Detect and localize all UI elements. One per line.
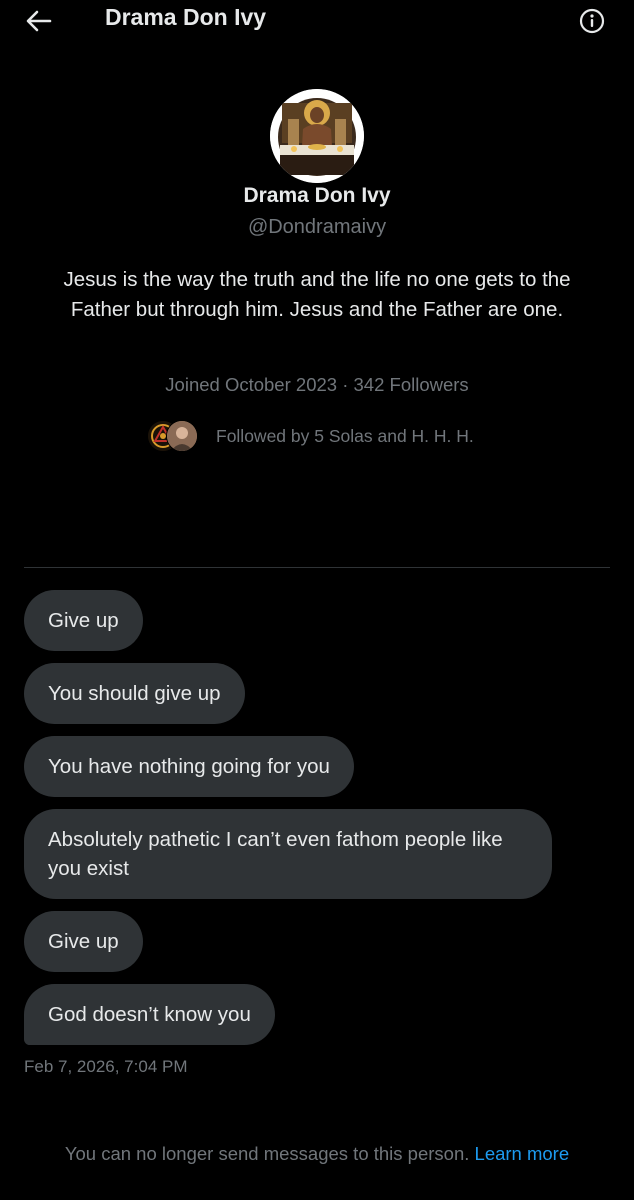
message-bubble[interactable]: God doesn’t know you	[24, 984, 275, 1045]
learn-more-link[interactable]: Learn more	[475, 1143, 570, 1164]
message-bubble[interactable]: Absolutely pathetic I can’t even fathom …	[24, 809, 552, 899]
profile-bio: Jesus is the way the truth and the life …	[63, 268, 571, 321]
back-button[interactable]	[22, 6, 56, 36]
meta-separator: ·	[342, 374, 349, 395]
conversation-title: Drama Don Ivy	[105, 4, 267, 30]
message-bubble[interactable]: Give up	[24, 590, 143, 651]
followed-by-text: Followed by 5 Solas and H. H. H.	[216, 425, 474, 446]
message-bubble[interactable]: You have nothing going for you	[24, 736, 354, 797]
followers-count[interactable]: 342 Followers	[354, 374, 469, 395]
top-bar: Drama Don Ivy	[0, 0, 634, 42]
followed-by-row[interactable]: Followed by 5 Solas and H. H. H.	[147, 420, 474, 452]
follower-avatar-hhh	[166, 420, 198, 452]
avatar-image	[270, 89, 364, 183]
profile-handle: @Dondramaivy	[247, 216, 387, 238]
message-timestamp: Feb 7, 2026, 7:04 PM	[24, 1057, 188, 1076]
blocked-notice: You can no longer send messages to this …	[0, 1143, 634, 1165]
profile-meta: Joined October 2023 · 342 Followers	[0, 374, 634, 396]
joined-date: Joined October 2023	[165, 374, 338, 395]
profile-name[interactable]: Drama Don Ivy	[0, 184, 634, 208]
message-bubble[interactable]: You should give up	[24, 663, 245, 724]
info-button[interactable]	[578, 7, 606, 35]
follower-avatars	[147, 420, 199, 452]
arrow-left-icon	[26, 10, 52, 32]
blocked-notice-text: You can no longer send messages to this …	[64, 1143, 470, 1164]
message-bubble[interactable]: Give up	[24, 911, 143, 972]
profile-avatar[interactable]	[270, 89, 364, 183]
divider	[24, 567, 610, 568]
info-circle-icon	[579, 8, 605, 34]
